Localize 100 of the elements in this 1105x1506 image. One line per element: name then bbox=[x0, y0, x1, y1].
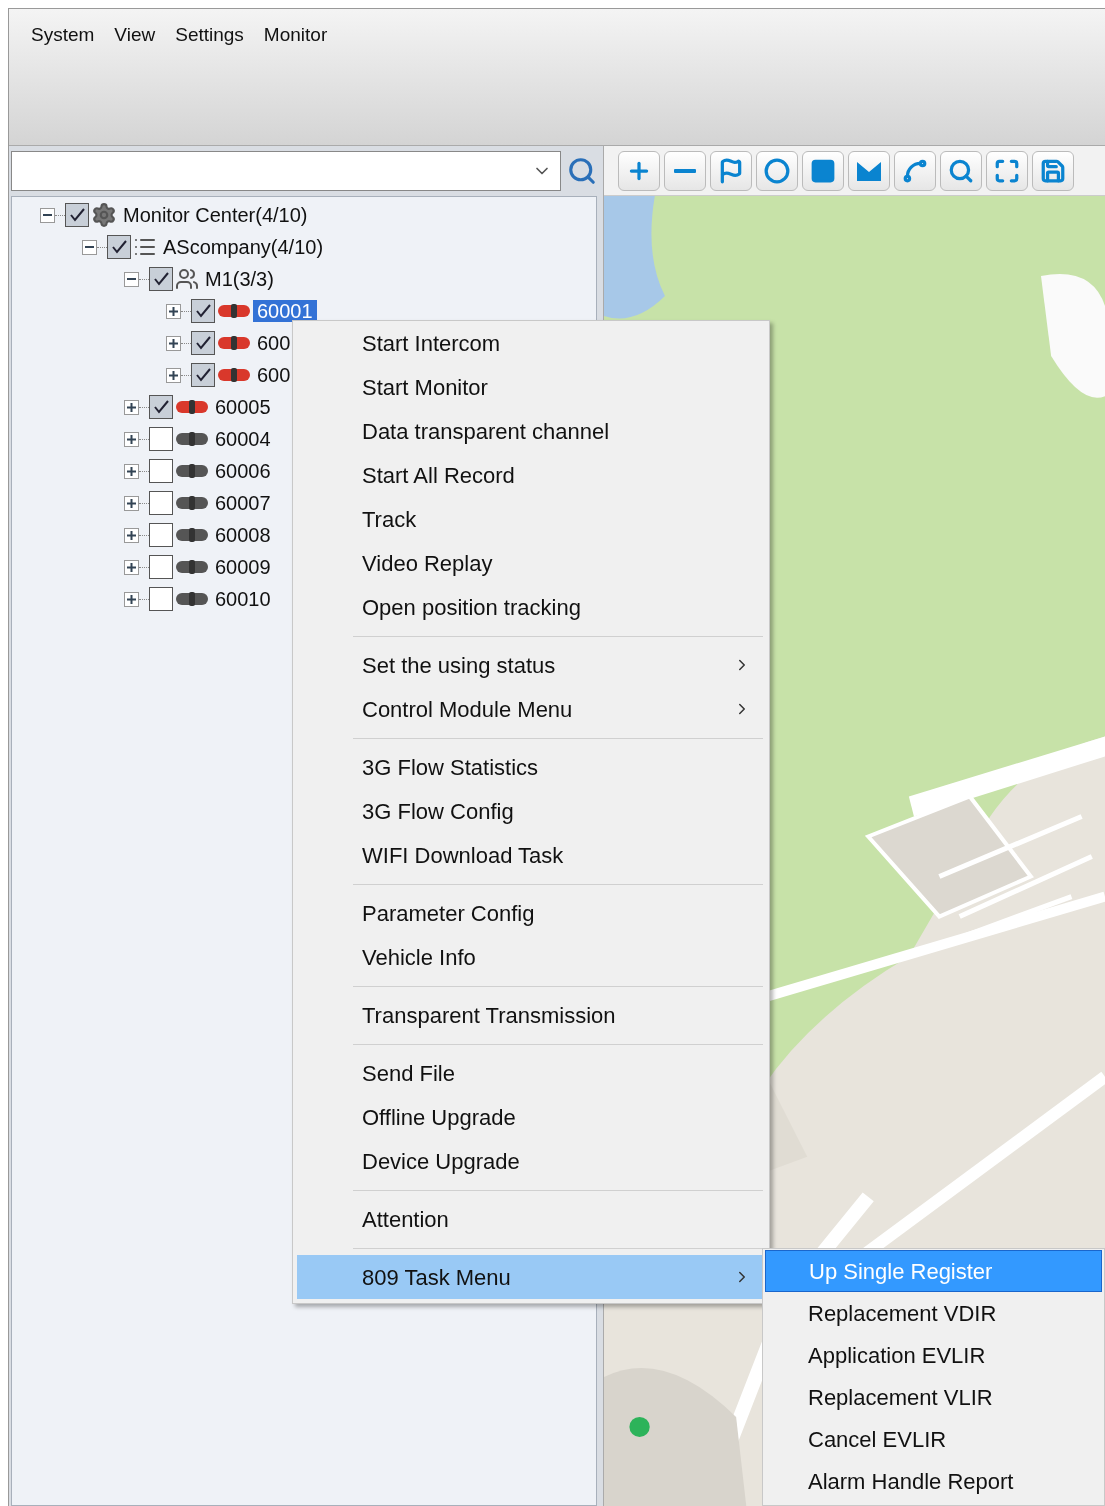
menu-item[interactable]: View bbox=[106, 19, 164, 52]
expand-toggle[interactable] bbox=[124, 559, 139, 575]
people-icon bbox=[175, 267, 199, 291]
minus-icon bbox=[85, 246, 94, 248]
plus-icon bbox=[127, 594, 136, 604]
menu-item[interactable]: System bbox=[23, 19, 103, 52]
map-tool-button[interactable] bbox=[802, 150, 844, 191]
context-menu-item[interactable]: Parameter Config bbox=[297, 891, 765, 935]
plus-icon bbox=[127, 466, 136, 476]
tree-item-label[interactable]: 60007 bbox=[211, 492, 275, 514]
context-menu-item[interactable]: Data transparent channel bbox=[297, 409, 765, 453]
checkbox[interactable] bbox=[149, 267, 173, 291]
checkbox[interactable] bbox=[107, 235, 131, 259]
plus-icon bbox=[169, 370, 178, 380]
context-menu-item[interactable]: Start Intercom bbox=[297, 321, 765, 365]
square-icon bbox=[810, 157, 836, 184]
plus-icon bbox=[127, 530, 136, 540]
checkbox[interactable] bbox=[149, 523, 173, 547]
context-menu-item[interactable]: Control Module Menu bbox=[297, 687, 765, 731]
collapse-toggle[interactable] bbox=[82, 239, 97, 255]
tree-item-label[interactable]: 60008 bbox=[211, 524, 275, 546]
expand-toggle[interactable] bbox=[124, 399, 139, 415]
tree-item-label[interactable]: 60009 bbox=[211, 556, 275, 578]
expand-toggle[interactable] bbox=[124, 591, 139, 607]
expand-toggle[interactable] bbox=[166, 335, 181, 351]
minus-icon bbox=[43, 214, 52, 216]
tree-item-label[interactable]: 60010 bbox=[211, 588, 275, 610]
tree-item-label[interactable]: 60006 bbox=[211, 460, 275, 482]
context-menu-item[interactable]: 809 Task Menu bbox=[297, 1255, 765, 1299]
checkbox[interactable] bbox=[191, 299, 215, 323]
map-tool-button[interactable] bbox=[664, 150, 706, 191]
expand-toggle[interactable] bbox=[124, 431, 139, 447]
submenu-item[interactable]: Replacement VLIR bbox=[765, 1376, 1102, 1418]
collapse-toggle[interactable] bbox=[40, 207, 55, 223]
tree-item-label[interactable]: AScompany(4/10) bbox=[159, 236, 328, 258]
tree-item-label[interactable]: M1(3/3) bbox=[201, 268, 278, 290]
expand-toggle[interactable] bbox=[166, 303, 181, 319]
circle-icon bbox=[764, 157, 790, 184]
plus-icon bbox=[127, 402, 136, 412]
search-combobox[interactable] bbox=[11, 151, 561, 191]
context-menu-item[interactable]: Start Monitor bbox=[297, 365, 765, 409]
fullscreen-icon bbox=[994, 157, 1020, 184]
menu-item[interactable]: Monitor bbox=[255, 19, 336, 52]
map-tool-button[interactable] bbox=[756, 150, 798, 191]
check-icon bbox=[195, 336, 211, 350]
context-menu-item[interactable]: Device Upgrade bbox=[297, 1139, 765, 1183]
search-icon[interactable] bbox=[567, 156, 597, 186]
context-menu-item[interactable]: Open position tracking bbox=[297, 585, 765, 629]
check-icon bbox=[69, 208, 85, 222]
context-menu-item[interactable]: 3G Flow Config bbox=[297, 789, 765, 833]
plus-icon bbox=[169, 306, 178, 316]
context-menu-item[interactable]: Offline Upgrade bbox=[297, 1095, 765, 1139]
polygon-icon bbox=[856, 159, 882, 182]
tree-item-label[interactable]: 600 bbox=[253, 364, 295, 386]
check-icon bbox=[195, 304, 211, 318]
context-menu-item[interactable]: Set the using status bbox=[297, 643, 765, 687]
tree-item-label[interactable]: Monitor Center(4/10) bbox=[119, 204, 312, 226]
menu-item[interactable]: Settings bbox=[167, 19, 252, 52]
tree-item-label[interactable]: 60004 bbox=[211, 428, 275, 450]
submenu-item[interactable]: Alarm Handle Report bbox=[765, 1460, 1102, 1502]
collapse-toggle[interactable] bbox=[124, 271, 139, 287]
submenu-item[interactable]: Replacement VDIR bbox=[765, 1292, 1102, 1334]
checkbox[interactable] bbox=[149, 587, 173, 611]
checkbox[interactable] bbox=[149, 555, 173, 579]
expand-toggle[interactable] bbox=[166, 367, 181, 383]
checkbox[interactable] bbox=[149, 491, 173, 515]
map-tool-button[interactable] bbox=[986, 150, 1028, 191]
context-menu-item[interactable]: WIFI Download Task bbox=[297, 833, 765, 877]
context-menu-item[interactable]: Transparent Transmission bbox=[297, 993, 765, 1037]
submenu-item[interactable]: Cancel EVLIR bbox=[765, 1418, 1102, 1460]
submenu-item[interactable]: Application EVLIR bbox=[765, 1334, 1102, 1376]
map-tool-button[interactable] bbox=[894, 150, 936, 191]
expand-toggle[interactable] bbox=[124, 527, 139, 543]
tree-item-label[interactable]: 600 bbox=[253, 332, 295, 354]
context-menu-item[interactable]: 3G Flow Statistics bbox=[297, 745, 765, 789]
tree-item-label[interactable]: 60005 bbox=[211, 396, 275, 418]
minus-icon bbox=[674, 168, 696, 173]
checkbox[interactable] bbox=[65, 203, 89, 227]
expand-toggle[interactable] bbox=[124, 463, 139, 479]
checkbox[interactable] bbox=[149, 395, 173, 419]
context-menu-item[interactable]: Send File bbox=[297, 1051, 765, 1095]
context-menu-item[interactable]: Attention bbox=[297, 1197, 765, 1241]
checkbox[interactable] bbox=[149, 427, 173, 451]
flag-icon bbox=[718, 157, 744, 184]
map-tool-button[interactable] bbox=[940, 150, 982, 191]
tree-item-label[interactable]: 60001 bbox=[253, 300, 317, 322]
minus-icon bbox=[127, 278, 136, 280]
context-menu-item[interactable]: Vehicle Info bbox=[297, 935, 765, 979]
checkbox[interactable] bbox=[149, 459, 173, 483]
plus-icon bbox=[169, 338, 178, 348]
map-tool-button[interactable] bbox=[848, 150, 890, 191]
checkbox[interactable] bbox=[191, 331, 215, 355]
map-tool-button[interactable] bbox=[1032, 150, 1074, 191]
map-tool-button[interactable] bbox=[710, 150, 752, 191]
map-tool-button[interactable] bbox=[618, 150, 660, 191]
expand-toggle[interactable] bbox=[124, 495, 139, 511]
checkbox[interactable] bbox=[191, 363, 215, 387]
context-menu-item[interactable]: Video Replay bbox=[297, 541, 765, 585]
context-menu-item[interactable]: Start All Record bbox=[297, 453, 765, 497]
context-menu-item[interactable]: Track bbox=[297, 497, 765, 541]
